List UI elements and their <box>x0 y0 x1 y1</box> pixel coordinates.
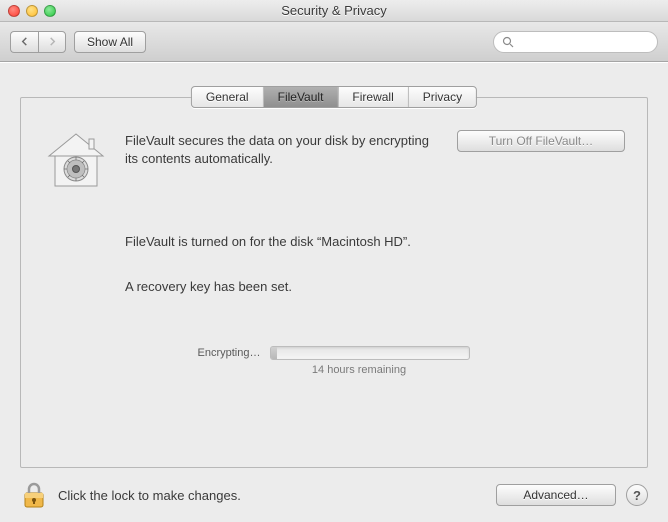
help-button[interactable]: ? <box>626 484 648 506</box>
lock-hint-text: Click the lock to make changes. <box>58 488 241 503</box>
chevron-left-icon <box>20 37 29 46</box>
back-button[interactable] <box>10 31 38 53</box>
turn-off-filevault-button[interactable]: Turn Off FileVault… <box>457 130 625 152</box>
time-remaining-label: 14 hours remaining <box>312 364 406 376</box>
search-input[interactable] <box>519 35 649 49</box>
nav-segment <box>10 31 66 53</box>
show-all-button[interactable]: Show All <box>74 31 146 53</box>
close-icon[interactable] <box>8 5 20 17</box>
tab-firewall[interactable]: Firewall <box>338 87 408 107</box>
tab-privacy[interactable]: Privacy <box>409 87 476 107</box>
filevault-content: FileVault secures the data on your disk … <box>20 97 648 468</box>
tab-bar: General FileVault Firewall Privacy <box>191 86 477 108</box>
minimize-icon[interactable] <box>26 5 38 17</box>
encryption-progress-bar <box>270 346 470 360</box>
tab-general[interactable]: General <box>192 87 264 107</box>
window-controls <box>0 5 56 17</box>
tab-filevault[interactable]: FileVault <box>264 87 339 107</box>
encryption-progress-area: Encrypting… 14 hours remaining <box>43 346 625 376</box>
filevault-status-text: FileVault is turned on for the disk “Mac… <box>125 234 625 249</box>
zoom-icon[interactable] <box>44 5 56 17</box>
recovery-key-status-text: A recovery key has been set. <box>125 279 625 294</box>
search-field[interactable] <box>493 31 658 53</box>
titlebar: Security & Privacy <box>0 0 668 22</box>
help-icon: ? <box>633 488 641 503</box>
toolbar: Show All <box>0 22 668 62</box>
footer-bar: Click the lock to make changes. Advanced… <box>20 480 648 510</box>
chevron-right-icon <box>48 37 57 46</box>
filevault-description: FileVault secures the data on your disk … <box>125 128 441 167</box>
forward-button[interactable] <box>38 31 66 53</box>
advanced-button[interactable]: Advanced… <box>496 484 616 506</box>
filevault-house-icon <box>43 128 109 194</box>
lock-icon[interactable] <box>20 480 48 510</box>
window-title: Security & Privacy <box>0 3 668 18</box>
search-icon <box>502 36 514 48</box>
encryption-progress-fill <box>271 347 277 359</box>
progress-label: Encrypting… <box>198 347 261 359</box>
preferences-panel: General FileVault Firewall Privacy <box>0 62 668 522</box>
